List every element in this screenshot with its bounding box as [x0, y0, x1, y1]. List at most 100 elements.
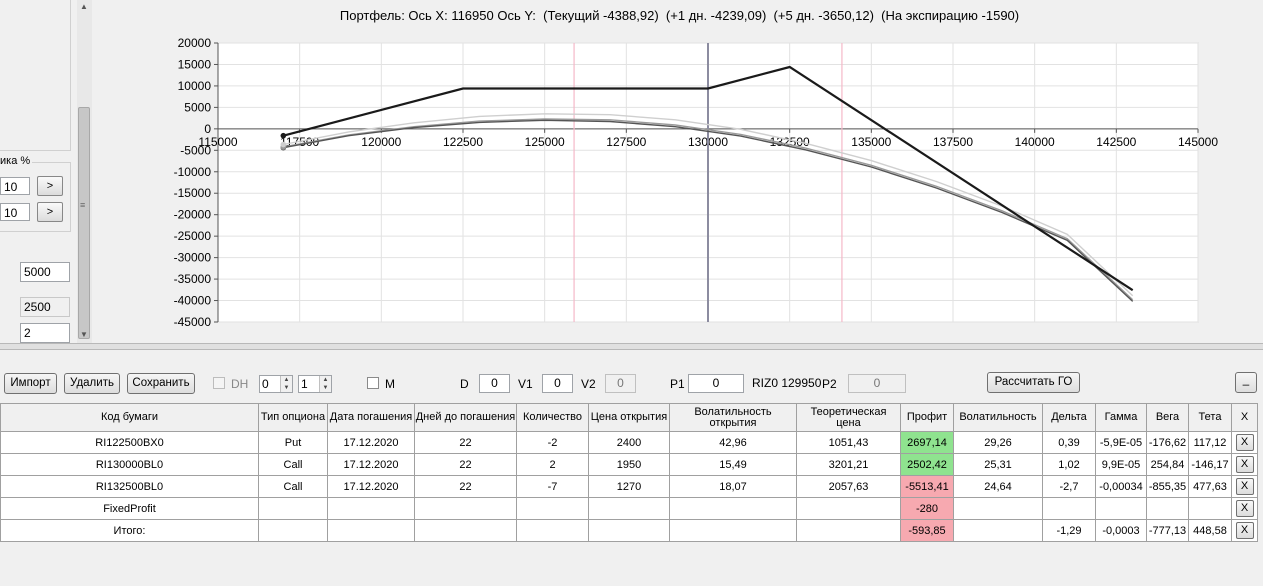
cell-delta: 1,02: [1042, 453, 1096, 476]
minimize-button[interactable]: _: [1235, 372, 1257, 393]
delete-button[interactable]: Удалить: [64, 373, 120, 394]
cell-vol: 24,64: [953, 475, 1043, 498]
column-header[interactable]: Гамма: [1095, 403, 1147, 432]
cell-code: FixedProfit: [0, 497, 259, 520]
cell-remove: X: [1231, 453, 1258, 476]
cell-delta: 0,39: [1042, 431, 1096, 454]
v1-input[interactable]: 0: [542, 374, 573, 393]
cell-remove: X: [1231, 497, 1258, 520]
save-button[interactable]: Сохранить: [127, 373, 195, 394]
column-header[interactable]: Цена открытия: [588, 403, 670, 432]
column-header[interactable]: Волатильность: [953, 403, 1043, 432]
import-button[interactable]: Импорт: [4, 373, 57, 394]
left-panel-scrollbar[interactable]: ▲ ≡ ▼: [77, 0, 92, 343]
scrollbar-thumb[interactable]: ≡: [78, 107, 90, 339]
y-tick-label: -40000: [174, 294, 212, 308]
spin-value-1: 0: [262, 377, 269, 391]
column-header[interactable]: Тип опциона: [258, 403, 328, 432]
cell-theo: [796, 519, 901, 542]
cell-qty: [516, 497, 589, 520]
cell-type: [258, 497, 328, 520]
column-header[interactable]: Дней до погашения: [414, 403, 517, 432]
value-input-1[interactable]: 5000: [20, 262, 70, 282]
cell-delta: [1042, 497, 1096, 520]
cell-days: 22: [414, 453, 517, 476]
column-header[interactable]: Количество: [516, 403, 589, 432]
percent-group-label: ика %: [0, 155, 33, 167]
x-tick-label: 127500: [606, 135, 646, 149]
table-row[interactable]: RI130000BL0 Call 17.12.2020 22 2 1950 15,49 320…: [0, 453, 1258, 476]
cell-vol: 29,26: [953, 431, 1043, 454]
v2-label: V2: [581, 377, 596, 391]
remove-row-button[interactable]: X: [1235, 522, 1254, 539]
cell-price: [588, 519, 670, 542]
x-tick-label: 145000: [1178, 135, 1218, 149]
apply-percent-button-1[interactable]: >: [37, 176, 63, 196]
cell-vol: [953, 519, 1043, 542]
y-tick-label: -45000: [174, 315, 212, 329]
y-tick-label: 20000: [178, 36, 212, 50]
column-header[interactable]: Теоретическая цена: [796, 403, 901, 432]
spin-input-1[interactable]: 0 ▲ ▼: [259, 375, 293, 393]
cell-profit: -5513,41: [900, 475, 954, 498]
calculate-go-button[interactable]: Рассчитать ГО: [987, 372, 1080, 393]
remove-row-button[interactable]: X: [1235, 500, 1254, 517]
y-tick-label: 0: [204, 122, 211, 136]
panel-splitter[interactable]: [0, 343, 1263, 350]
cell-qty: 2: [516, 453, 589, 476]
m-checkbox[interactable]: [367, 377, 379, 389]
spin-input-2[interactable]: 1 ▲ ▼: [298, 375, 332, 393]
spin-arrows-icon[interactable]: ▲ ▼: [280, 376, 292, 392]
table-row[interactable]: Итого: -593,85 -1,29 -0,0003 -777,13 448,58 X: [0, 519, 1258, 542]
cell-theo: 1051,43: [796, 431, 901, 454]
column-header[interactable]: Дата погашения: [327, 403, 415, 432]
y-tick-label: 10000: [178, 79, 212, 93]
cell-profit: 2697,14: [900, 431, 954, 454]
cell-type: Call: [258, 453, 328, 476]
scroll-down-icon[interactable]: ▼: [80, 330, 88, 339]
cell-gamma: 9,9E-05: [1095, 453, 1147, 476]
percent-input-2[interactable]: 10: [0, 203, 30, 221]
cell-vol-open: 42,96: [669, 431, 797, 454]
positions-table: Код бумаги Тип опциона Дата погашения Дн…: [0, 403, 1258, 542]
cell-theo: [796, 497, 901, 520]
value-input-2[interactable]: 2: [20, 323, 70, 343]
column-header[interactable]: X: [1231, 403, 1258, 432]
remove-row-button[interactable]: X: [1235, 456, 1254, 473]
spin-arrows-icon[interactable]: ▲ ▼: [319, 376, 331, 392]
dh-label: DH: [231, 377, 249, 391]
table-row[interactable]: RI132500BL0 Call 17.12.2020 22 -7 1270 18,07 20…: [0, 475, 1258, 498]
y-tick-label: 5000: [184, 100, 211, 114]
column-header[interactable]: Волатильность открытия: [669, 403, 797, 432]
y-tick-label: 15000: [178, 57, 212, 71]
table-header-row: Код бумаги Тип опциона Дата погашения Дн…: [0, 403, 1258, 432]
x-tick-label: 142500: [1096, 135, 1136, 149]
x-tick-label: 140000: [1015, 135, 1055, 149]
dh-checkbox[interactable]: [213, 377, 225, 389]
column-header[interactable]: Тета: [1188, 403, 1232, 432]
cell-vol-open: 18,07: [669, 475, 797, 498]
column-header[interactable]: Профит: [900, 403, 954, 432]
remove-row-button[interactable]: X: [1235, 478, 1254, 495]
riz-label: RIZ0 129950: [752, 376, 822, 390]
table-row[interactable]: FixedProfit -280 X: [0, 497, 1258, 520]
cell-theta: 448,58: [1188, 519, 1232, 542]
payoff-chart[interactable]: 20000150001000050000-5000-10000-15000-20…: [96, 0, 1263, 343]
percent-input-1[interactable]: 10: [0, 177, 30, 195]
column-header[interactable]: Код бумаги: [0, 403, 259, 432]
d-input[interactable]: 0: [479, 374, 510, 393]
cell-date: 17.12.2020: [327, 431, 415, 454]
column-header[interactable]: Вега: [1146, 403, 1189, 432]
y-tick-label: -15000: [174, 186, 212, 200]
x-tick-label: 120000: [361, 135, 401, 149]
column-header[interactable]: Дельта: [1042, 403, 1096, 432]
remove-row-button[interactable]: X: [1235, 434, 1254, 451]
p1-input[interactable]: 0: [688, 374, 744, 393]
cell-theo: 3201,21: [796, 453, 901, 476]
cell-days: 22: [414, 475, 517, 498]
apply-percent-button-2[interactable]: >: [37, 202, 63, 222]
table-row[interactable]: RI122500BX0 Put 17.12.2020 22 -2 2400 42,96 105…: [0, 431, 1258, 454]
cell-vol-open: 15,49: [669, 453, 797, 476]
scroll-up-icon[interactable]: ▲: [80, 2, 88, 11]
cell-date: 17.12.2020: [327, 453, 415, 476]
